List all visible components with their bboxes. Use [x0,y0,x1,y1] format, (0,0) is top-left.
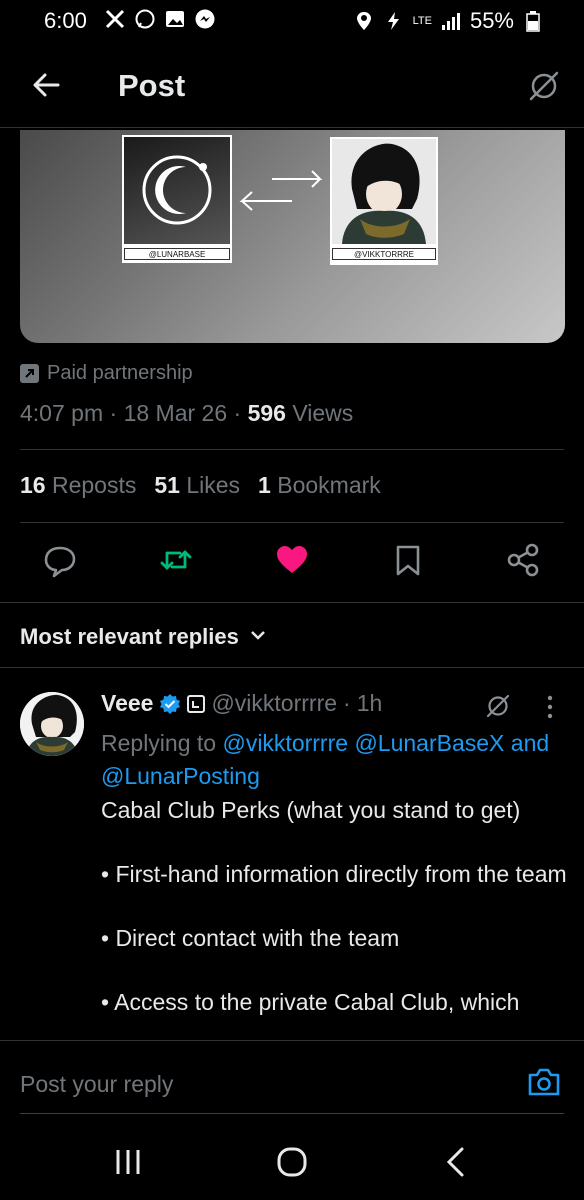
grok-icon[interactable] [484,692,512,720]
replies-sort-dropdown[interactable]: Most relevant replies [20,624,267,650]
system-nav-bar [0,1118,584,1200]
battery-percent: 55% [469,8,514,33]
mention-link[interactable]: @vikktorrrre [222,730,348,756]
bookmark-icon[interactable] [388,540,428,580]
reply-age: 1h [356,690,383,716]
status-time: 6:00 [44,8,87,33]
avatar[interactable] [20,692,84,756]
engagement-stats: 16 Reposts 51 Likes 1 Bookmark [20,472,381,499]
reply-line: Cabal Club Perks (what you stand to get) [101,797,521,823]
reply-handle[interactable]: @vikktorrrre [211,690,337,717]
swap-arrows-icon [232,165,332,215]
lunarbase-tag: @LUNARBASE [124,248,230,260]
x-icon [104,8,126,30]
messenger-icon [194,8,216,30]
post-time: 4:07 pm [20,400,104,426]
views-count: 596 [247,400,286,426]
separator: · [109,400,118,426]
post-timestamp: 4:07 pm · 18 Mar 26 · 596 Views [20,400,353,427]
page-title: Post [118,68,186,103]
external-link-icon [20,364,39,383]
vikktorrre-card: @VIKKTORRRE [330,137,438,265]
reposts-stat[interactable]: 16 Reposts [20,472,136,499]
recent-apps-icon[interactable] [110,1144,146,1180]
bookmarks-stat[interactable]: 1 Bookmark [258,472,381,499]
status-bar: 6:00 LTE 55% [0,0,584,44]
chevron-down-icon [249,624,267,650]
separator: · [343,690,351,716]
anime-avatar-image [332,139,436,244]
likes-label: Likes [186,472,241,498]
bookmarks-count: 1 [258,472,271,498]
reply-line: • First-hand information directly from t… [101,861,567,887]
reposts-label: Reposts [51,472,137,498]
mention-link[interactable]: @LunarBaseX [354,730,504,756]
top-bar: Post [0,50,584,128]
mention-and: and [510,730,550,756]
camera-icon[interactable] [527,1067,561,1097]
more-options-icon[interactable] [540,692,560,722]
reply-author-name[interactable]: Veee [101,690,153,717]
lunarbase-card: @LUNARBASE [122,135,232,263]
signal-icon [440,10,462,32]
gallery-icon [164,8,186,30]
whatsapp-icon [134,8,156,30]
reply-icon[interactable] [40,540,80,580]
reposts-count: 16 [20,472,46,498]
separator: · [233,400,242,426]
replying-prefix: Replying to [101,730,217,756]
charging-icon [383,10,405,32]
replying-to: Replying to @vikktorrrre @LunarBaseX and… [101,727,561,793]
verified-badge-icon [159,693,181,715]
reply-input[interactable]: Post your reply [20,1071,173,1098]
repost-icon[interactable] [156,540,196,580]
paid-partnership-label: Paid partnership [47,362,193,384]
action-bar [20,540,564,584]
home-icon[interactable] [274,1144,310,1180]
mention-link[interactable]: @LunarPosting [101,763,260,789]
affiliate-badge-icon [187,694,206,713]
views-label: Views [292,400,354,426]
post-image[interactable]: @LUNARBASE @VIKKTORRRE [20,130,565,343]
divider [0,667,584,668]
divider [0,602,584,603]
sort-label: Most relevant replies [20,624,239,649]
paid-partnership[interactable]: Paid partnership [20,362,193,385]
location-icon [353,10,375,32]
like-icon[interactable] [272,540,312,580]
reply-line: • Access to the private Cabal Club, whic… [101,989,520,1015]
reply-body: Cabal Club Perks (what you stand to get)… [101,794,571,1050]
lunarbase-logo [124,137,230,244]
reply-header: Veee @vikktorrrre · 1h [101,690,382,717]
bookmarks-label: Bookmark [277,472,381,498]
divider [20,449,564,450]
lte-label: LTE [412,14,432,27]
grok-icon[interactable] [526,68,562,104]
back-nav-icon[interactable] [438,1144,474,1180]
reply-composer: Post your reply [0,1040,584,1118]
share-icon[interactable] [504,540,544,580]
back-arrow-icon[interactable] [30,68,64,102]
likes-count: 51 [154,472,180,498]
reply-line: • Direct contact with the team [101,925,400,951]
likes-stat[interactable]: 51 Likes [154,472,240,499]
divider [20,522,564,523]
vikktorrre-tag: @VIKKTORRRE [332,248,436,260]
divider [20,1113,564,1114]
battery-icon [522,10,544,32]
post-date: 18 Mar 26 [123,400,228,426]
